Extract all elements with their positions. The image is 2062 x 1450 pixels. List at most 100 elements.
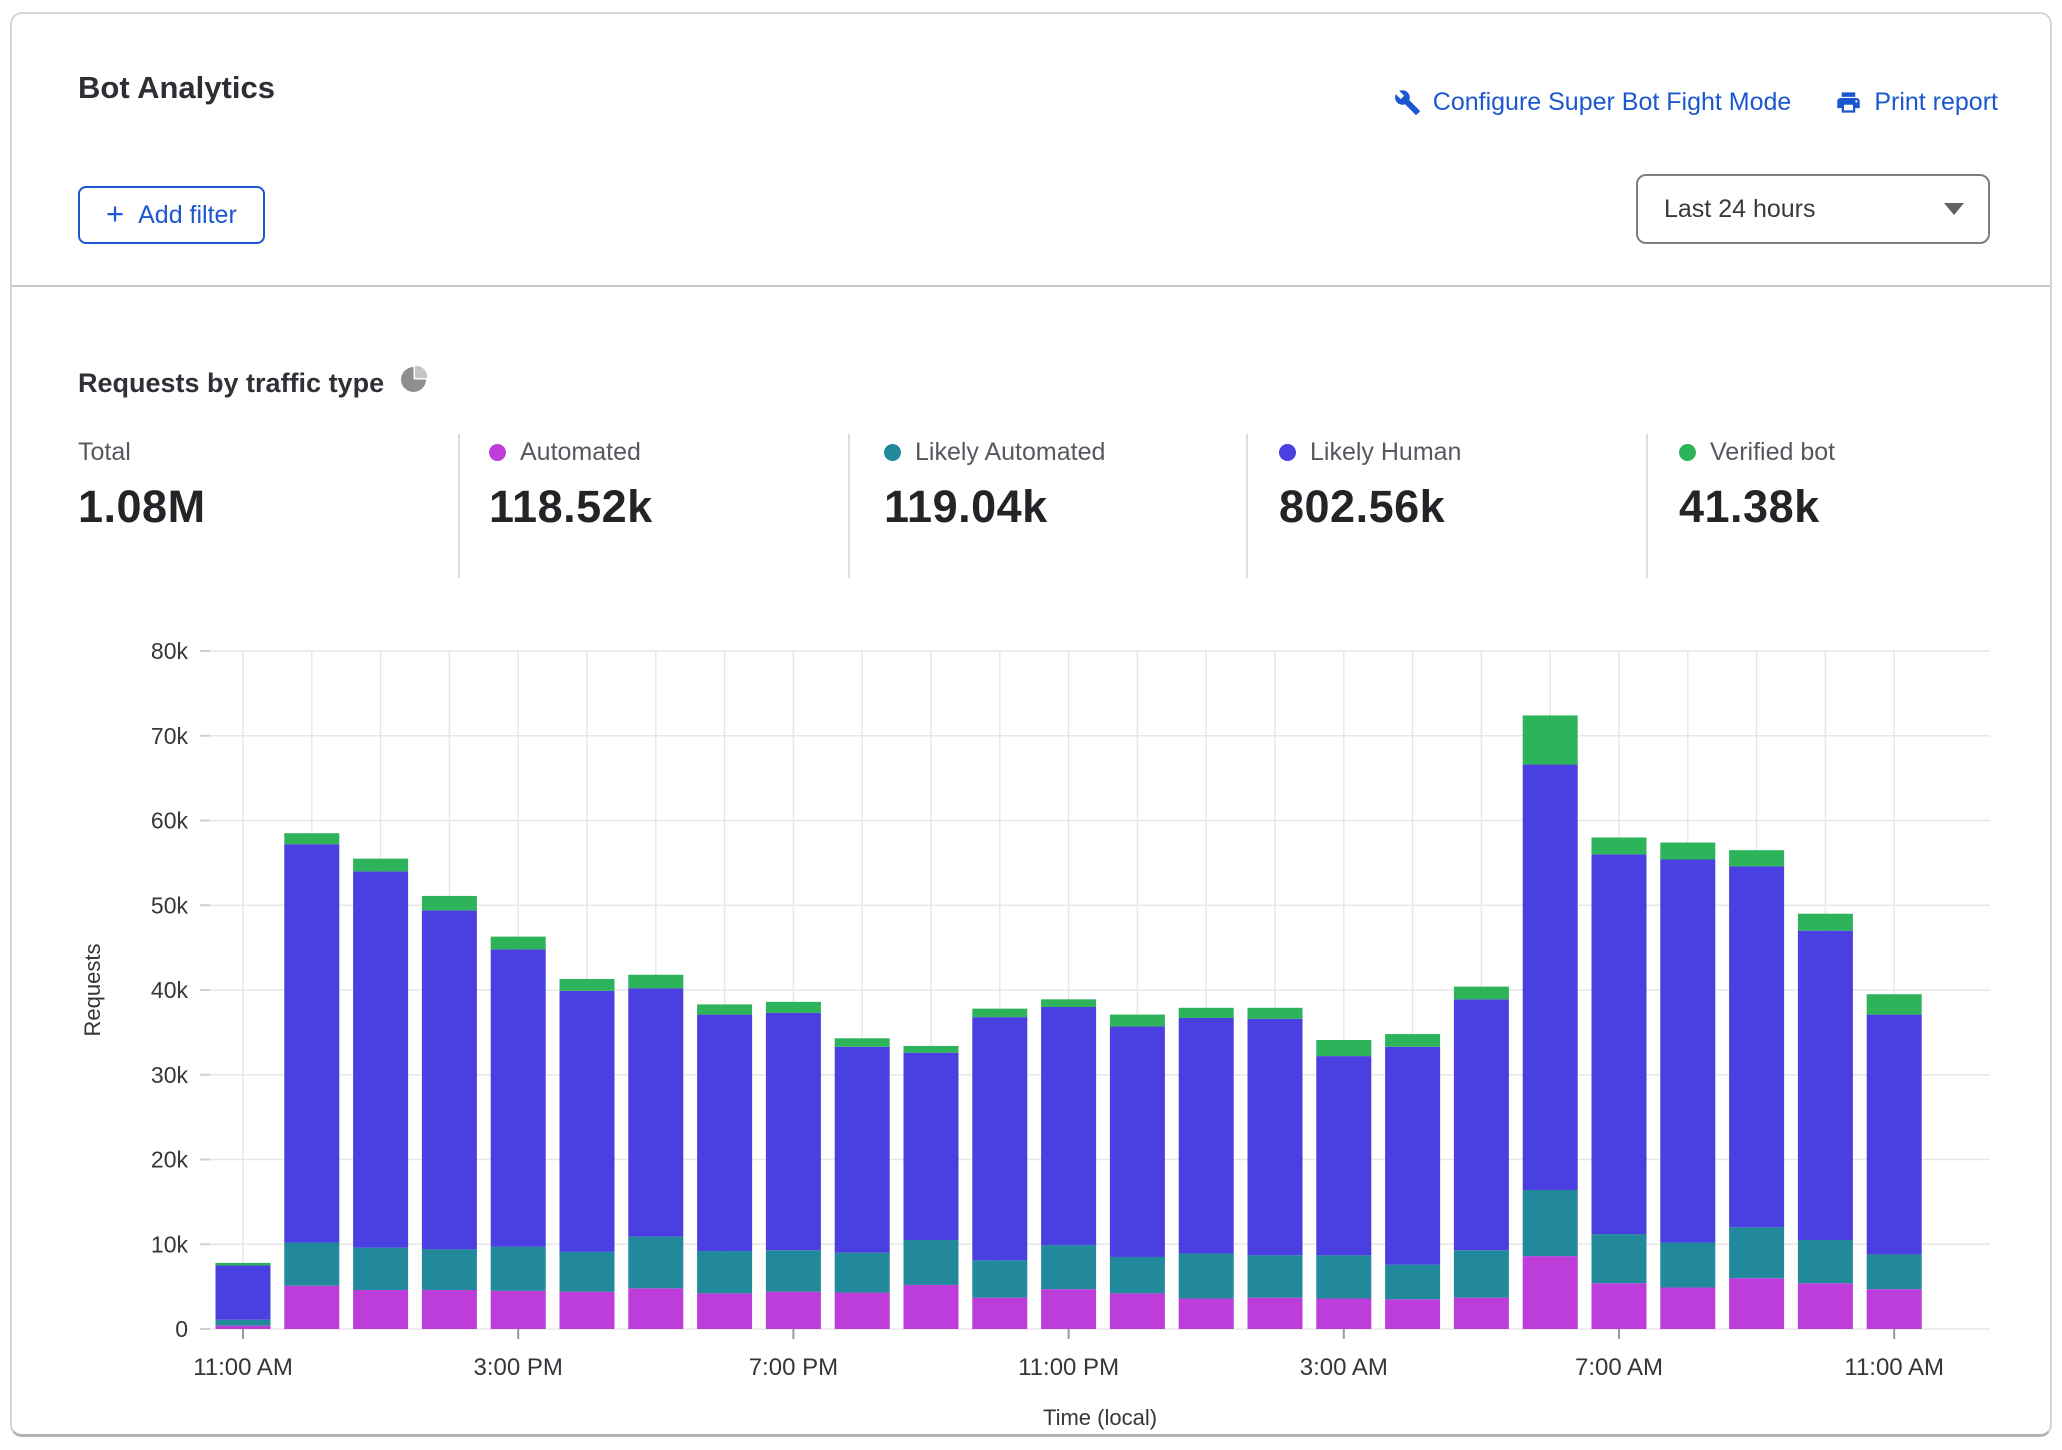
bar-segment-verified-bot[interactable] bbox=[972, 1009, 1027, 1017]
bar-segment-likely-human[interactable] bbox=[766, 1013, 821, 1250]
print-report-link[interactable]: Print report bbox=[1835, 88, 1998, 117]
bar-segment-verified-bot[interactable] bbox=[353, 859, 408, 872]
bar-segment-automated[interactable] bbox=[1592, 1283, 1647, 1329]
bar-segment-likely-human[interactable] bbox=[216, 1265, 271, 1319]
bar-segment-automated[interactable] bbox=[1660, 1287, 1715, 1329]
bar-segment-likely-human[interactable] bbox=[1454, 999, 1509, 1250]
bar-segment-verified-bot[interactable] bbox=[697, 1004, 752, 1014]
bar-segment-likely-human[interactable] bbox=[1660, 859, 1715, 1242]
bar-segment-verified-bot[interactable] bbox=[628, 975, 683, 989]
bar-segment-automated[interactable] bbox=[1798, 1283, 1853, 1329]
bar-segment-automated[interactable] bbox=[1729, 1278, 1784, 1329]
bar-segment-automated[interactable] bbox=[1867, 1289, 1922, 1329]
bar-segment-likely-human[interactable] bbox=[1110, 1026, 1165, 1257]
bar-segment-likely-human[interactable] bbox=[1385, 1047, 1440, 1265]
bar-segment-likely-automated[interactable] bbox=[766, 1250, 821, 1292]
bar-segment-verified-bot[interactable] bbox=[1179, 1008, 1234, 1018]
bar-segment-verified-bot[interactable] bbox=[1041, 999, 1096, 1007]
bar-segment-verified-bot[interactable] bbox=[560, 979, 615, 991]
bar-segment-likely-human[interactable] bbox=[904, 1053, 959, 1240]
bar-segment-automated[interactable] bbox=[1385, 1299, 1440, 1329]
requests-by-traffic-type-chart[interactable]: 010k20k30k40k50k60k70k80k11:00 AM3:00 PM… bbox=[0, 580, 2062, 1440]
bar-segment-verified-bot[interactable] bbox=[835, 1038, 890, 1046]
bar-segment-likely-human[interactable] bbox=[1248, 1019, 1303, 1255]
bar-segment-automated[interactable] bbox=[835, 1293, 890, 1329]
bar-segment-likely-automated[interactable] bbox=[1041, 1245, 1096, 1289]
bar-segment-likely-human[interactable] bbox=[697, 1015, 752, 1251]
bar-segment-verified-bot[interactable] bbox=[1454, 987, 1509, 1000]
bar-segment-likely-automated[interactable] bbox=[1385, 1265, 1440, 1300]
bar-segment-likely-automated[interactable] bbox=[422, 1249, 477, 1290]
bar-segment-automated[interactable] bbox=[972, 1298, 1027, 1329]
bar-segment-likely-human[interactable] bbox=[972, 1017, 1027, 1260]
bar-segment-likely-automated[interactable] bbox=[353, 1248, 408, 1290]
bar-segment-likely-automated[interactable] bbox=[904, 1240, 959, 1285]
bar-segment-likely-human[interactable] bbox=[1523, 765, 1578, 1190]
bar-segment-verified-bot[interactable] bbox=[284, 833, 339, 844]
bar-segment-verified-bot[interactable] bbox=[1385, 1034, 1440, 1047]
bar-segment-likely-automated[interactable] bbox=[1179, 1254, 1234, 1299]
bar-segment-automated[interactable] bbox=[1454, 1298, 1509, 1329]
bar-segment-verified-bot[interactable] bbox=[1798, 914, 1853, 931]
bar-segment-likely-automated[interactable] bbox=[628, 1237, 683, 1289]
bar-segment-likely-human[interactable] bbox=[353, 871, 408, 1247]
bar-segment-automated[interactable] bbox=[1316, 1298, 1371, 1329]
bar-segment-likely-automated[interactable] bbox=[1592, 1234, 1647, 1283]
bar-segment-likely-human[interactable] bbox=[628, 988, 683, 1236]
bar-segment-verified-bot[interactable] bbox=[904, 1046, 959, 1053]
bar-segment-likely-automated[interactable] bbox=[835, 1253, 890, 1293]
bar-segment-verified-bot[interactable] bbox=[1316, 1040, 1371, 1056]
bar-segment-verified-bot[interactable] bbox=[1523, 715, 1578, 764]
bar-segment-likely-human[interactable] bbox=[835, 1047, 890, 1253]
bar-segment-likely-human[interactable] bbox=[560, 991, 615, 1252]
bar-segment-automated[interactable] bbox=[422, 1290, 477, 1329]
bar-segment-likely-automated[interactable] bbox=[1660, 1243, 1715, 1288]
bar-segment-likely-automated[interactable] bbox=[972, 1260, 1027, 1297]
bar-segment-verified-bot[interactable] bbox=[1110, 1015, 1165, 1027]
bar-segment-likely-automated[interactable] bbox=[491, 1247, 546, 1291]
bar-segment-likely-human[interactable] bbox=[284, 844, 339, 1242]
configure-super-bot-fight-mode-link[interactable]: Configure Super Bot Fight Mode bbox=[1394, 88, 1792, 117]
bar-segment-likely-automated[interactable] bbox=[1316, 1255, 1371, 1298]
bar-segment-automated[interactable] bbox=[1110, 1293, 1165, 1329]
bar-segment-verified-bot[interactable] bbox=[422, 896, 477, 910]
bar-segment-verified-bot[interactable] bbox=[1248, 1008, 1303, 1019]
bar-segment-automated[interactable] bbox=[216, 1326, 271, 1329]
add-filter-button[interactable]: + Add filter bbox=[78, 186, 265, 244]
bar-segment-automated[interactable] bbox=[1041, 1289, 1096, 1329]
bar-segment-likely-automated[interactable] bbox=[1454, 1250, 1509, 1297]
bar-segment-automated[interactable] bbox=[1179, 1298, 1234, 1329]
bar-segment-likely-automated[interactable] bbox=[560, 1252, 615, 1292]
bar-segment-automated[interactable] bbox=[697, 1293, 752, 1329]
bar-segment-likely-automated[interactable] bbox=[1867, 1254, 1922, 1289]
bar-segment-verified-bot[interactable] bbox=[1660, 843, 1715, 860]
bar-segment-automated[interactable] bbox=[353, 1290, 408, 1329]
bar-segment-verified-bot[interactable] bbox=[216, 1263, 271, 1266]
bar-segment-likely-automated[interactable] bbox=[1798, 1240, 1853, 1283]
bar-segment-automated[interactable] bbox=[1248, 1298, 1303, 1329]
bar-segment-automated[interactable] bbox=[766, 1292, 821, 1329]
bar-segment-likely-human[interactable] bbox=[1041, 1007, 1096, 1245]
bar-segment-likely-automated[interactable] bbox=[1523, 1190, 1578, 1256]
bar-segment-likely-human[interactable] bbox=[1179, 1018, 1234, 1254]
bar-segment-likely-human[interactable] bbox=[1798, 931, 1853, 1240]
bar-segment-automated[interactable] bbox=[1523, 1256, 1578, 1329]
bar-segment-automated[interactable] bbox=[628, 1288, 683, 1329]
bar-segment-verified-bot[interactable] bbox=[491, 937, 546, 950]
bar-segment-likely-human[interactable] bbox=[1729, 866, 1784, 1227]
bar-segment-automated[interactable] bbox=[904, 1285, 959, 1329]
bar-segment-likely-human[interactable] bbox=[1316, 1056, 1371, 1255]
bar-segment-automated[interactable] bbox=[491, 1291, 546, 1329]
bar-segment-likely-human[interactable] bbox=[491, 949, 546, 1246]
bar-segment-verified-bot[interactable] bbox=[1729, 850, 1784, 866]
bar-segment-likely-automated[interactable] bbox=[1248, 1255, 1303, 1297]
bar-segment-likely-automated[interactable] bbox=[1110, 1257, 1165, 1293]
bar-segment-automated[interactable] bbox=[560, 1292, 615, 1329]
bar-segment-likely-automated[interactable] bbox=[697, 1251, 752, 1293]
bar-segment-likely-automated[interactable] bbox=[1729, 1227, 1784, 1278]
bar-segment-verified-bot[interactable] bbox=[766, 1002, 821, 1013]
bar-segment-likely-human[interactable] bbox=[422, 910, 477, 1249]
bar-segment-verified-bot[interactable] bbox=[1867, 994, 1922, 1014]
bar-segment-likely-human[interactable] bbox=[1592, 854, 1647, 1234]
time-range-dropdown[interactable]: Last 24 hours bbox=[1636, 174, 1990, 244]
